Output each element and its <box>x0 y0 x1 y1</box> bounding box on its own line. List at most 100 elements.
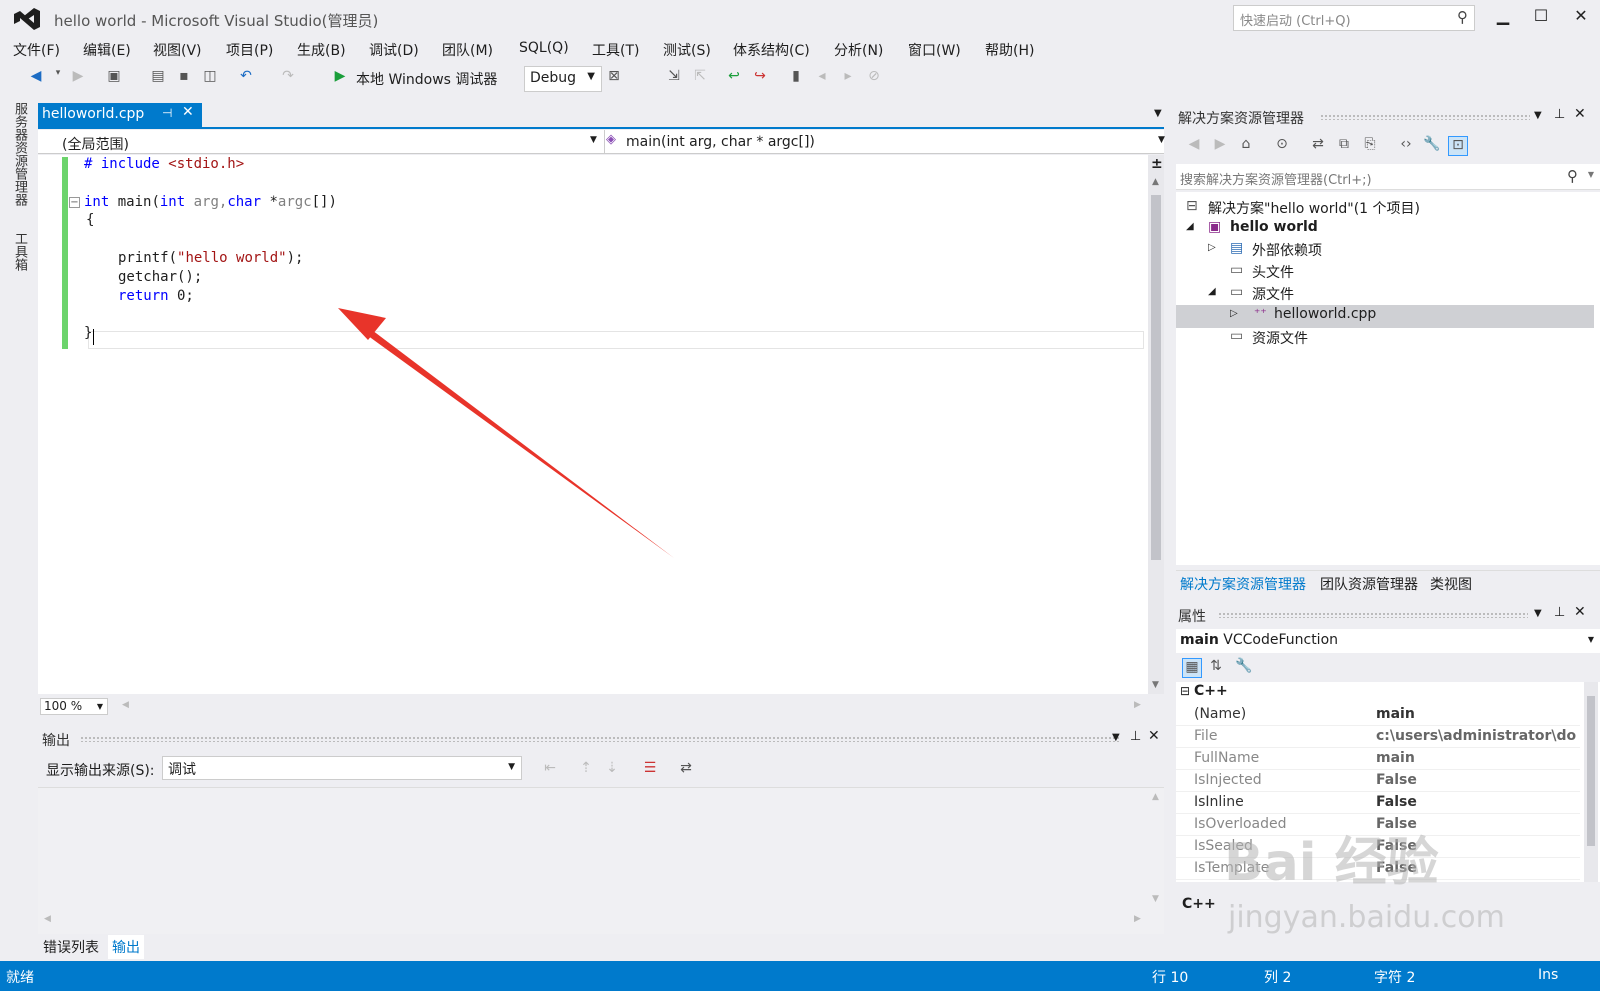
tree-node-headers[interactable]: 头文件 <box>1252 262 1294 282</box>
show-all-files-icon[interactable]: ⎘ <box>1360 136 1380 156</box>
menu-edit[interactable]: 编辑(E) <box>83 40 131 60</box>
maximize-button[interactable]: ☐ <box>1526 6 1556 30</box>
menu-architecture[interactable]: 体系结构(C) <box>733 40 810 60</box>
menu-window[interactable]: 窗口(W) <box>908 40 961 60</box>
clear-all-icon[interactable]: ☰ <box>640 760 660 780</box>
sync-icon[interactable]: ⇄ <box>1308 136 1328 156</box>
solution-configuration-select[interactable]: Debug ▼ <box>524 66 602 92</box>
property-row[interactable]: FullName main <box>1176 748 1580 770</box>
tab-class-view[interactable]: 类视图 <box>1430 574 1472 594</box>
view-code-icon[interactable]: ‹› <box>1396 136 1416 156</box>
save-icon[interactable]: ▪ <box>174 68 194 88</box>
redo-icon[interactable]: ↷ <box>278 68 298 88</box>
close-panel-icon[interactable]: ✕ <box>1574 604 1586 620</box>
property-row[interactable]: IsInline False <box>1176 792 1580 814</box>
close-tab-icon[interactable]: ✕ <box>182 104 194 120</box>
panel-menu-icon[interactable]: ▼ <box>1112 732 1120 743</box>
tab-output[interactable]: 输出 <box>108 935 144 959</box>
scroll-left-icon[interactable]: ◀ <box>122 700 129 710</box>
drag-grip[interactable] <box>80 736 1120 742</box>
pin-icon[interactable]: ⊥ <box>1554 107 1565 122</box>
menu-project[interactable]: 项目(P) <box>226 40 273 60</box>
quick-launch-input[interactable]: 快速启动 (Ctrl+Q) ⚲ <box>1233 5 1475 31</box>
scroll-down-icon[interactable]: ▼ <box>1152 680 1159 690</box>
panel-menu-icon[interactable]: ▼ <box>1534 608 1542 619</box>
start-debugging-icon[interactable]: ▶ <box>330 68 350 88</box>
undo-icon[interactable]: ↶ <box>236 68 256 88</box>
property-pages-icon[interactable]: 🔧 <box>1234 658 1254 678</box>
minimize-button[interactable]: ▁ <box>1488 6 1518 30</box>
save-all-icon[interactable]: ◫ <box>200 68 220 88</box>
tab-solution-explorer[interactable]: 解决方案资源管理器 <box>1180 574 1306 594</box>
scrollbar-thumb[interactable] <box>1587 696 1595 846</box>
back-dropdown-icon[interactable]: ▾ <box>48 68 68 88</box>
tree-node-solution[interactable]: 解决方案"hello world"(1 个项目) <box>1208 198 1420 218</box>
expand-arrow-icon[interactable]: ◢ <box>1186 221 1194 232</box>
chevron-down-icon[interactable]: ▼ <box>1588 170 1594 179</box>
menu-analyze[interactable]: 分析(N) <box>834 40 883 60</box>
tree-node-project[interactable]: hello world <box>1230 219 1318 235</box>
menu-team[interactable]: 团队(M) <box>442 40 493 60</box>
menu-file[interactable]: 文件(F) <box>13 40 60 60</box>
property-object-select[interactable]: main VCCodeFunction ▼ <box>1176 629 1600 653</box>
scrollbar-thumb[interactable] <box>1151 195 1161 560</box>
prev-bookmark-icon[interactable]: ◂ <box>812 68 832 88</box>
previous-message-icon[interactable]: ⇡ <box>576 760 596 780</box>
alphabetical-icon[interactable]: ⇅ <box>1206 658 1226 678</box>
menu-debug[interactable]: 调试(D) <box>369 40 419 60</box>
close-window-button[interactable]: ✕ <box>1566 6 1596 30</box>
drag-grip[interactable] <box>1218 612 1528 618</box>
next-bookmark-icon[interactable]: ▸ <box>838 68 858 88</box>
tree-node-resources[interactable]: 资源文件 <box>1252 328 1308 348</box>
scroll-right-icon[interactable]: ▶ <box>1134 914 1141 924</box>
scroll-up-icon[interactable]: ▲ <box>1152 177 1159 187</box>
collapse-all-icon[interactable]: ⧉ <box>1334 136 1354 156</box>
menu-build[interactable]: 生成(B) <box>297 40 346 60</box>
bookmark-icon[interactable]: ▮ <box>786 68 806 88</box>
close-panel-icon[interactable]: ✕ <box>1574 106 1586 122</box>
scope-dropdown-icon[interactable]: ▼ <box>590 135 597 145</box>
menu-view[interactable]: 视图(V) <box>153 40 202 60</box>
property-row[interactable]: File c:\users\administrator\doc <box>1176 726 1580 748</box>
menu-help[interactable]: 帮助(H) <box>985 40 1034 60</box>
home-icon[interactable]: ⌂ <box>1236 136 1256 156</box>
properties-icon[interactable]: 🔧 <box>1422 136 1442 156</box>
back-icon[interactable]: ◀ <box>1184 136 1204 156</box>
property-row[interactable]: (Name) main <box>1176 704 1580 726</box>
forward-icon[interactable]: ▶ <box>1210 136 1230 156</box>
collapse-arrow-icon[interactable]: ▷ <box>1230 308 1238 319</box>
pin-icon[interactable]: ⊥ <box>1130 729 1141 744</box>
menu-sql[interactable]: SQL(Q) <box>519 40 569 56</box>
output-source-select[interactable]: 调试 ▼ <box>162 756 522 780</box>
scroll-up-icon[interactable]: ▲ <box>1152 792 1159 802</box>
comment-icon[interactable]: ↩ <box>724 68 744 88</box>
tab-error-list[interactable]: 错误列表 <box>43 937 99 957</box>
tab-team-explorer[interactable]: 团队资源管理器 <box>1320 574 1418 594</box>
member-select[interactable]: main(int arg, char * argc[]) <box>626 134 815 150</box>
zoom-select[interactable]: 100 % ▼ <box>40 698 108 715</box>
go-to-location-icon[interactable]: ⇤ <box>540 760 560 780</box>
step-into-icon[interactable]: ⇲ <box>664 68 684 88</box>
new-project-icon[interactable]: ▣ <box>104 68 124 88</box>
collapse-arrow-icon[interactable]: ▷ <box>1208 242 1216 253</box>
find-in-files-icon[interactable]: ⊠ <box>604 68 624 88</box>
expand-arrow-icon[interactable]: ◢ <box>1208 286 1216 297</box>
back-icon[interactable]: ◀ <box>26 68 46 88</box>
menu-test[interactable]: 测试(S) <box>663 40 711 60</box>
collapse-region-icon[interactable]: − <box>69 197 80 208</box>
forward-icon[interactable]: ▶ <box>68 68 88 88</box>
step-over-icon[interactable]: ⇱ <box>690 68 710 88</box>
tree-node-helloworld-cpp[interactable]: helloworld.cpp <box>1274 306 1376 322</box>
scroll-left-icon[interactable]: ◀ <box>44 914 51 924</box>
menu-tools[interactable]: 工具(T) <box>592 40 639 60</box>
collapse-category-icon[interactable]: ⊟ <box>1180 684 1190 698</box>
uncomment-icon[interactable]: ↪ <box>750 68 770 88</box>
solution-search-input[interactable]: 搜索解决方案资源管理器(Ctrl+;) ⚲ ▼ <box>1176 164 1600 190</box>
close-panel-icon[interactable]: ✕ <box>1148 728 1160 744</box>
pin-icon[interactable]: ⊥ <box>1554 605 1565 620</box>
start-debugger-button[interactable]: 本地 Windows 调试器 <box>356 69 497 89</box>
scroll-right-icon[interactable]: ▶ <box>1134 700 1141 710</box>
tab-overflow-icon[interactable]: ▼ <box>1154 108 1162 119</box>
tree-node-sources[interactable]: 源文件 <box>1252 284 1294 304</box>
server-explorer-tab[interactable]: 服务器资源管理器 <box>10 102 29 206</box>
